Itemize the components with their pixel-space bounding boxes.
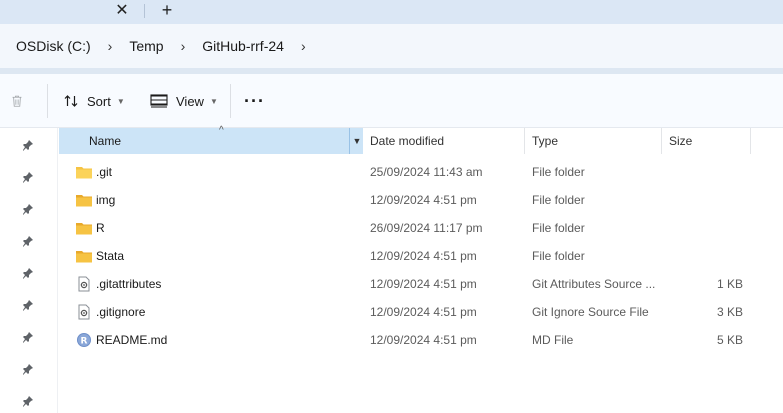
more-icon: ··· [244,90,265,111]
file-name: .git [96,165,113,179]
breadcrumb-github-rrf-24[interactable]: GitHub-rrf-24 [202,38,284,54]
file-type: File folder [532,165,585,179]
file-type: Git Ignore Source File [532,305,649,319]
table-row[interactable]: img 12/09/2024 4:51 pm File folder [58,186,758,214]
pin-icon[interactable] [22,235,34,247]
file-name: README.md [96,333,168,347]
file-date: 12/09/2024 4:51 pm [370,333,477,347]
pin-icon[interactable] [22,171,34,183]
pin-icon[interactable] [22,331,34,343]
command-separator [47,84,48,118]
pin-icon[interactable] [22,299,34,311]
tab-strip: ✕ + [0,0,783,24]
settings-file-icon [78,276,90,292]
file-type: File folder [532,221,585,235]
folder-icon [76,195,92,207]
r-markdown-icon: R [77,333,91,347]
chevron-right-icon[interactable]: › [108,38,113,54]
file-type: Git Attributes Source ... [532,277,656,291]
file-name: Stata [96,249,125,263]
folder-icon [76,167,92,179]
file-date: 12/09/2024 4:51 pm [370,249,477,263]
file-date: 12/09/2024 4:51 pm [370,277,477,291]
file-date: 25/09/2024 11:43 am [370,165,483,179]
chevron-right-icon[interactable]: › [301,38,306,54]
chevron-down-icon[interactable]: ▼ [349,128,364,154]
table-row[interactable]: .git 25/09/2024 11:43 am File folder [58,158,758,186]
pin-icon[interactable] [22,267,34,279]
chevron-down-icon: ▼ [209,96,218,106]
file-size: 5 KB [716,333,743,347]
command-bar: Sort ▼ View ▼ ··· [0,74,783,128]
trash-icon [12,95,22,107]
see-more-button[interactable]: ··· [244,88,265,114]
file-name: img [96,193,116,207]
view-label: View [176,93,204,109]
folder-icon [76,251,92,263]
sort-icon [64,95,78,107]
file-type: MD File [532,333,574,347]
column-date-label: Date modified [370,134,445,148]
tab-separator [144,4,145,18]
folder-icon [76,223,92,235]
sort-label: Sort [87,93,111,109]
view-button[interactable]: View ▼ [150,88,218,114]
close-icon: ✕ [115,2,129,19]
pin-icon[interactable] [22,363,34,375]
settings-file-icon [78,304,90,320]
file-date: 12/09/2024 4:51 pm [370,193,477,207]
table-row[interactable]: Stata 12/09/2024 4:51 pm File folder [58,242,758,270]
column-header-type[interactable]: Type [526,128,662,154]
svg-text:R: R [81,337,88,347]
plus-icon: + [161,0,173,20]
column-header-row: ^ Name ▼ Date modified Type Size [58,125,783,154]
new-tab-button[interactable]: + [154,0,180,21]
pin-icon[interactable] [22,139,34,151]
command-separator [230,84,231,118]
sort-ascending-icon: ^ [219,125,224,136]
file-date: 26/09/2024 11:17 pm [370,221,483,235]
delete-button[interactable] [11,88,31,114]
chevron-down-icon: ▼ [116,96,125,106]
table-row[interactable]: .gitattributes 12/09/2024 4:51 pm Git At… [58,270,758,298]
chevron-right-icon[interactable]: › [181,38,186,54]
column-header-date[interactable]: Date modified [364,128,525,154]
sort-button[interactable]: Sort ▼ [63,88,125,114]
table-row[interactable]: .gitignore 12/09/2024 4:51 pm Git Ignore… [58,298,758,326]
table-row[interactable]: R 26/09/2024 11:17 pm File folder [58,214,758,242]
table-row[interactable]: R README.md 12/09/2024 4:51 pm MD File 5… [58,326,758,354]
column-size-label: Size [669,134,693,148]
breadcrumb-temp[interactable]: Temp [129,38,163,54]
column-type-label: Type [532,134,559,148]
file-size: 1 KB [716,277,743,291]
close-tab-button[interactable]: ✕ [110,0,134,20]
file-name: .gitattributes [96,277,162,291]
breadcrumb-osdisk[interactable]: OSDisk (C:) [16,38,91,54]
pin-icon[interactable] [22,203,34,215]
column-name-label: Name [89,134,122,148]
pin-icon[interactable] [22,395,34,407]
file-type: File folder [532,249,585,263]
file-date: 12/09/2024 4:51 pm [370,305,477,319]
column-header-size[interactable]: Size [663,128,751,154]
column-header-name[interactable]: ^ Name ▼ [59,125,364,154]
navigation-pane[interactable] [0,128,58,413]
file-name: R [96,221,105,235]
address-bar[interactable]: OSDisk (C:) › Temp › GitHub-rrf-24 › [0,24,783,68]
file-type: File folder [532,193,585,207]
file-size: 3 KB [716,305,743,319]
file-name: .gitignore [96,305,146,319]
view-list-icon [150,94,168,108]
